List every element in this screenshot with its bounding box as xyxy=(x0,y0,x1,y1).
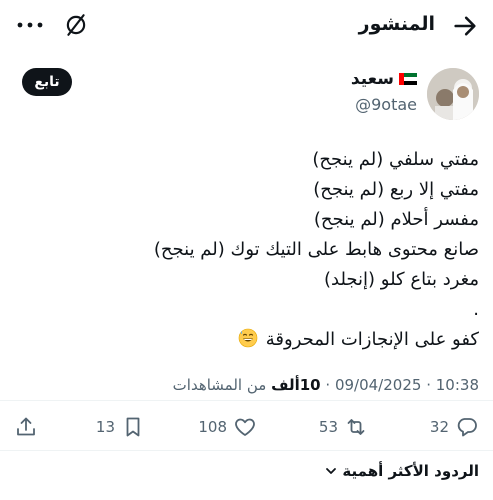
divider xyxy=(0,450,493,451)
bookmark-button[interactable]: 13 xyxy=(96,412,145,442)
avatar[interactable] xyxy=(427,68,479,120)
tweet-line: مفتي إلا ربع (لم ينجح) xyxy=(313,179,479,200)
share-button[interactable] xyxy=(14,412,38,442)
views-count[interactable]: 10ألف xyxy=(271,376,321,394)
meta-separator: · xyxy=(325,376,331,394)
share-icon xyxy=(17,417,35,436)
tweet-time[interactable]: 10:38 xyxy=(436,376,479,394)
tweet-date[interactable]: 09/04/2025 xyxy=(335,376,421,394)
chevron-down-icon xyxy=(326,468,337,474)
retweet-icon xyxy=(347,419,365,435)
tweet-line: . xyxy=(473,299,479,320)
reply-button[interactable]: 32 xyxy=(430,412,479,442)
reply-count: 32 xyxy=(429,418,449,436)
meta-separator: · xyxy=(426,376,431,394)
tweet-line: مفسر أحلام (لم ينجح) xyxy=(313,209,479,230)
author-name[interactable]: سعيد xyxy=(351,69,394,89)
bookmark-count: 13 xyxy=(95,418,115,436)
tweet-line: صانع محتوى هابط على التيك توك (لم ينجح) xyxy=(153,239,479,260)
heart-icon xyxy=(235,418,255,436)
replies-sort-label: الردود الأكثر أهمية xyxy=(342,462,479,480)
retweet-button[interactable]: 53 xyxy=(319,412,368,442)
like-count: 108 xyxy=(198,418,227,436)
tweet-line: مغرد بتاع كلو (إنجلد) xyxy=(323,269,479,290)
tweet-text: مفتي سلفي (لم ينجح) مفتي إلا ربع (لم ينج… xyxy=(19,145,479,355)
tweet-line-last: كفو على الإنجازات المحروقة xyxy=(19,325,479,355)
replies-sort-dropdown[interactable]: الردود الأكثر أهمية xyxy=(324,462,479,480)
top-bar: المنشور xyxy=(0,0,493,52)
arrow-right-icon[interactable] xyxy=(451,12,479,40)
grinning-sweat-emoji xyxy=(238,328,258,348)
follow-button[interactable]: تابع xyxy=(22,68,72,96)
author-handle[interactable]: @9otae xyxy=(355,95,417,114)
tweet-line: مفتي سلفي (لم ينجح) xyxy=(312,149,479,170)
tweet-meta: 10:38 · 09/04/2025 · 10ألف من المشاهدات xyxy=(173,376,479,394)
reply-icon xyxy=(457,418,477,437)
tweet-actions: 32 53 108 13 xyxy=(0,412,493,442)
author-name-row[interactable]: سعيد xyxy=(351,69,417,89)
grok-icon[interactable] xyxy=(63,12,89,38)
tweet-line-text: كفو على الإنجازات المحروقة xyxy=(265,329,479,350)
retweet-count: 53 xyxy=(318,418,338,436)
views-label: من المشاهدات xyxy=(172,376,267,394)
page-title: المنشور xyxy=(358,13,435,35)
avatar-image xyxy=(427,68,479,120)
like-button[interactable]: 108 xyxy=(198,412,257,442)
uae-flag-icon xyxy=(399,73,417,85)
more-horizontal-icon[interactable] xyxy=(14,14,46,36)
divider xyxy=(0,400,493,401)
bookmark-icon xyxy=(126,417,140,437)
